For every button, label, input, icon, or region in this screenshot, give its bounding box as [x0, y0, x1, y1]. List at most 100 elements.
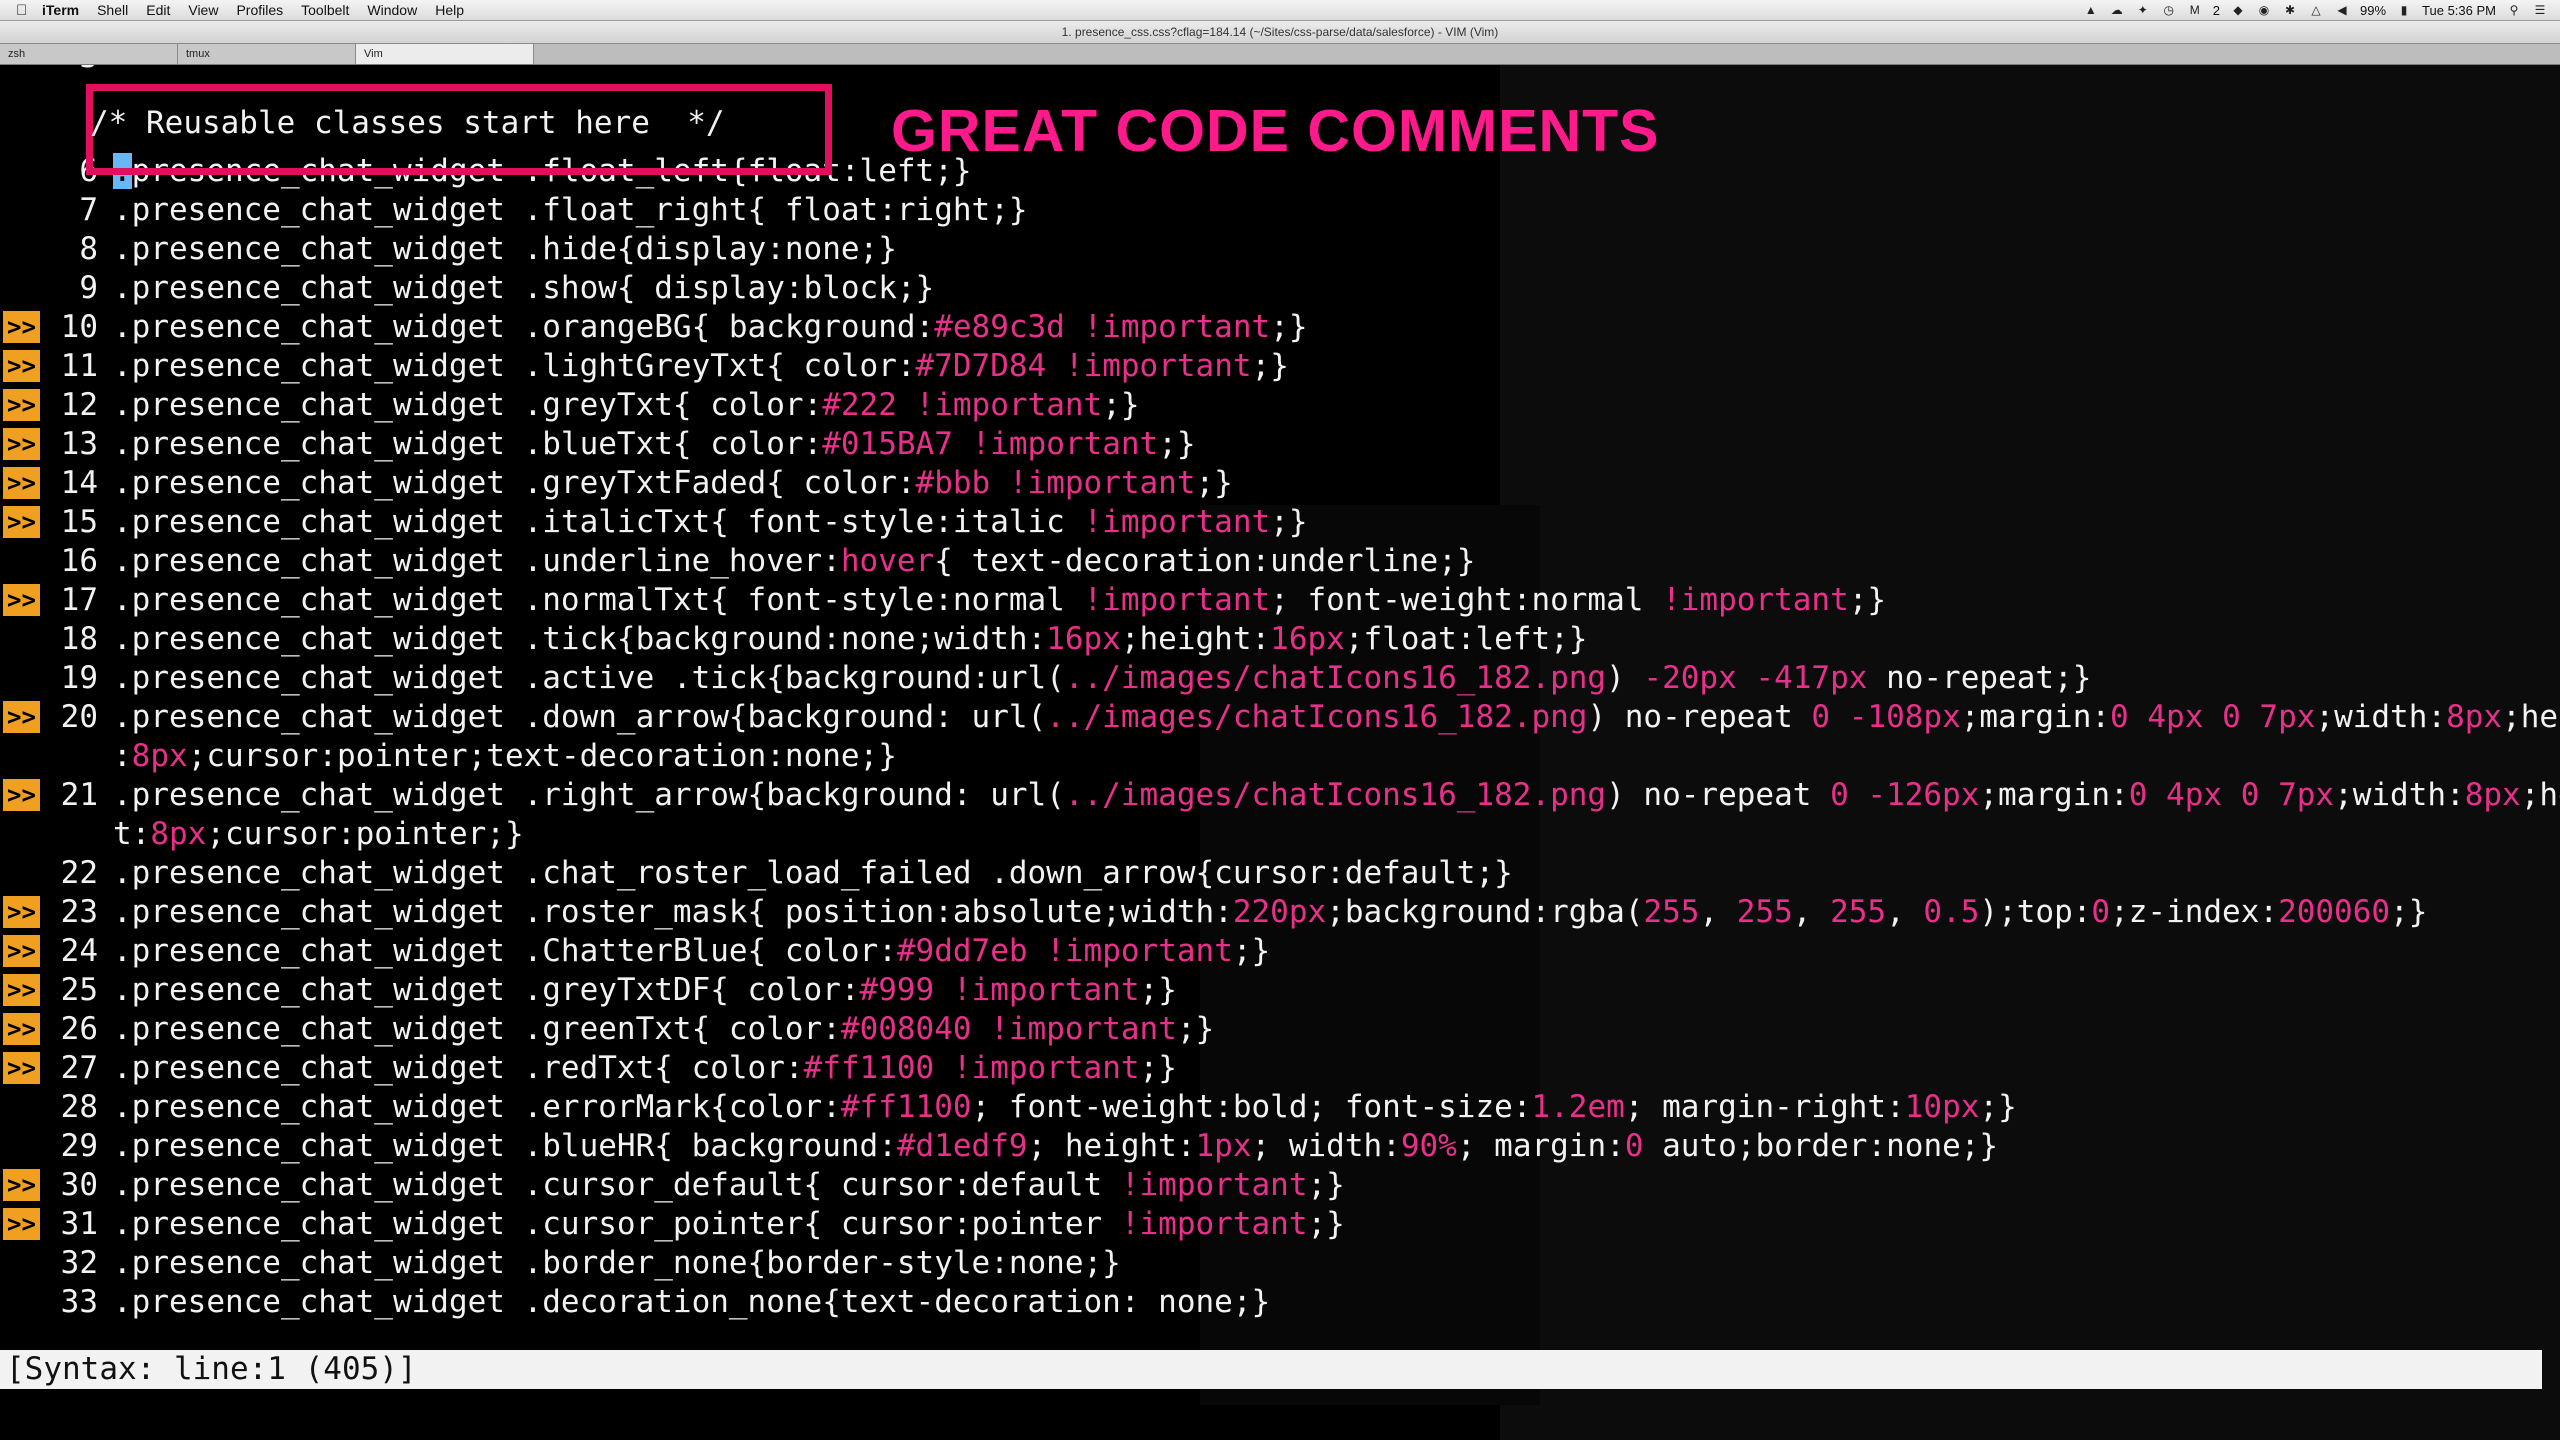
- code-text[interactable]: .presence_chat_widget .show{ display:blo…: [113, 269, 934, 308]
- menu-edit[interactable]: Edit: [146, 2, 170, 18]
- code-line[interactable]: 9 .presence_chat_widget .show{ display:bl…: [0, 269, 2560, 308]
- code-text[interactable]: .presence_chat_widget .italicTxt{ font-s…: [113, 503, 1307, 542]
- tab-vim[interactable]: Vim: [356, 44, 534, 64]
- code-line[interactable]: 16 .presence_chat_widget .underline_hover…: [0, 542, 2560, 581]
- gmail-icon[interactable]: M: [2187, 4, 2203, 16]
- menu-help[interactable]: Help: [435, 2, 464, 18]
- code-line[interactable]: >> 20 .presence_chat_widget .down_arrow{ba…: [0, 698, 2560, 737]
- reusable-classes-comment: /* Reusable classes start here */: [90, 105, 725, 141]
- code-text[interactable]: .presence_chat_widget .greyTxtFaded{ col…: [113, 464, 1233, 503]
- code-text[interactable]: .presence_chat_widget .errorMark{color:#…: [113, 1088, 2017, 1127]
- code-line[interactable]: >> 11 .presence_chat_widget .lightGreyTxt{…: [0, 347, 2560, 386]
- twitter-icon[interactable]: ✦: [2135, 4, 2151, 16]
- code-line[interactable]: >> 14 .presence_chat_widget .greyTxtFaded{…: [0, 464, 2560, 503]
- code-line[interactable]: >> 10 .presence_chat_widget .orangeBG{ bac…: [0, 308, 2560, 347]
- battery-percent[interactable]: 99%: [2360, 3, 2386, 18]
- line-number: 20: [60, 699, 98, 735]
- code-text[interactable]: .presence_chat_widget .ChatterBlue{ colo…: [113, 932, 1270, 971]
- menu-profiles[interactable]: Profiles: [236, 2, 283, 18]
- menu-toolbelt[interactable]: Toolbelt: [301, 2, 349, 18]
- cloud-icon[interactable]: ☁: [2109, 4, 2125, 16]
- code-line[interactable]: 33 .presence_chat_widget .decoration_none…: [0, 1283, 2560, 1322]
- notification-center-icon[interactable]: ☰: [2532, 4, 2548, 16]
- menu-bar:  iTerm Shell Edit View Profiles Toolbel…: [0, 0, 2560, 21]
- code-line[interactable]: >> 17 .presence_chat_widget .normalTxt{ fo…: [0, 581, 2560, 620]
- menu-shell[interactable]: Shell: [97, 2, 128, 18]
- code-line[interactable]: 18 .presence_chat_widget .tick{background…: [0, 620, 2560, 659]
- code-text[interactable]: .presence_chat_widget .blueHR{ backgroun…: [113, 1127, 1998, 1166]
- code-text[interactable]: .presence_chat_widget .down_arrow{backgr…: [113, 698, 2560, 737]
- code-line[interactable]: >> 27 .presence_chat_widget .redTxt{ color…: [0, 1049, 2560, 1088]
- code-line[interactable]: >> 15 .presence_chat_widget .italicTxt{ fo…: [0, 503, 2560, 542]
- code-line[interactable]: >> 26 .presence_chat_widget .greenTxt{ col…: [0, 1010, 2560, 1049]
- code-line[interactable]: 3: [0, 65, 2560, 77]
- clock[interactable]: Tue 5:36 PM: [2422, 3, 2496, 18]
- line-number: 25: [60, 972, 98, 1008]
- code-text[interactable]: .presence_chat_widget .float_right{ floa…: [113, 191, 1028, 230]
- code-line[interactable]: 32 .presence_chat_widget .border_none{bor…: [0, 1244, 2560, 1283]
- dropbox-icon[interactable]: ▲: [2083, 4, 2099, 16]
- code-line[interactable]: >> 21 .presence_chat_widget .right_arrow{b…: [0, 776, 2560, 815]
- code-line[interactable]: >> 30 .presence_chat_widget .cursor_defaul…: [0, 1166, 2560, 1205]
- line-number: 15: [60, 504, 98, 540]
- apple-menu-icon[interactable]: : [16, 2, 30, 19]
- code-text[interactable]: .presence_chat_widget .active .tick{back…: [113, 659, 2091, 698]
- code-line[interactable]: >> 13 .presence_chat_widget .blueTxt{ colo…: [0, 425, 2560, 464]
- tab-tmux[interactable]: tmux: [178, 44, 356, 64]
- code-text[interactable]: t:8px;cursor:pointer;}: [113, 815, 524, 854]
- code-text[interactable]: .presence_chat_widget .cursor_pointer{ c…: [113, 1205, 1345, 1244]
- code-text[interactable]: .presence_chat_widget .greyTxt{ color:#2…: [113, 386, 1140, 425]
- code-text[interactable]: .presence_chat_widget .orangeBG{ backgro…: [113, 308, 1308, 347]
- line-number: 32: [60, 1245, 98, 1281]
- code-line[interactable]: 19 .presence_chat_widget .active .tick{ba…: [0, 659, 2560, 698]
- line-number: 3: [56, 65, 98, 77]
- volume-icon[interactable]: ◀: [2334, 4, 2350, 16]
- code-line[interactable]: >> 24 .presence_chat_widget .ChatterBlue{ …: [0, 932, 2560, 971]
- code-line[interactable]: t:8px;cursor:pointer;}: [0, 815, 2560, 854]
- lock-icon[interactable]: ◆: [2230, 4, 2246, 16]
- camera-icon[interactable]: ◉: [2256, 4, 2272, 16]
- bluetooth-icon[interactable]: ✱: [2282, 4, 2298, 16]
- code-text[interactable]: .presence_chat_widget .right_arrow{backg…: [113, 776, 2560, 815]
- code-text[interactable]: .presence_chat_widget .normalTxt{ font-s…: [113, 581, 1886, 620]
- window-title-bar[interactable]: 1. presence_css.css?cflag=184.14 (~/Site…: [0, 21, 2560, 44]
- spotlight-search-icon[interactable]: ⚲: [2506, 4, 2522, 16]
- code-text[interactable]: .presence_chat_widget .decoration_none{t…: [113, 1283, 1270, 1322]
- code-text[interactable]: .presence_chat_widget .cursor_default{ c…: [113, 1166, 1345, 1205]
- code-text[interactable]: .presence_chat_widget .tick{background:n…: [113, 620, 1587, 659]
- terminal-view[interactable]: 36.presence_chat_widget .float_left{floa…: [0, 65, 2560, 1440]
- wifi-icon[interactable]: △: [2308, 4, 2324, 16]
- code-line[interactable]: >> 12 .presence_chat_widget .greyTxt{ colo…: [0, 386, 2560, 425]
- code-line[interactable]: 28 .presence_chat_widget .errorMark{color…: [0, 1088, 2560, 1127]
- code-line[interactable]: 8 .presence_chat_widget .hide{display:non…: [0, 230, 2560, 269]
- code-text[interactable]: :8px;cursor:pointer;text-decoration:none…: [113, 737, 897, 776]
- timer-icon[interactable]: ◷: [2161, 4, 2177, 16]
- menu-view[interactable]: View: [188, 2, 218, 18]
- tab-zsh[interactable]: zsh: [0, 44, 178, 64]
- tab-bar: zsh tmux Vim: [0, 44, 2560, 65]
- line-number: 7: [79, 192, 98, 228]
- code-line[interactable]: :8px;cursor:pointer;text-decoration:none…: [0, 737, 2560, 776]
- line-number: 17: [60, 582, 98, 618]
- code-text[interactable]: .presence_chat_widget .underline_hover:h…: [113, 542, 1475, 581]
- code-line[interactable]: >> 25 .presence_chat_widget .greyTxtDF{ co…: [0, 971, 2560, 1010]
- code-text[interactable]: .presence_chat_widget .border_none{borde…: [113, 1244, 1121, 1283]
- menu-window[interactable]: Window: [367, 2, 417, 18]
- status-area: ▲ ☁ ✦ ◷ M 2 ◆ ◉ ✱ △ ◀ 99% ▮ Tue 5:36 PM …: [2083, 0, 2560, 20]
- code-text[interactable]: .presence_chat_widget .redTxt{ color:#ff…: [113, 1049, 1177, 1088]
- code-line[interactable]: 29 .presence_chat_widget .blueHR{ backgro…: [0, 1127, 2560, 1166]
- code-text[interactable]: .presence_chat_widget .roster_mask{ posi…: [113, 893, 2427, 932]
- code-text[interactable]: .presence_chat_widget .blueTxt{ color:#0…: [113, 425, 1196, 464]
- code-text[interactable]: .presence_chat_widget .hide{display:none…: [113, 230, 897, 269]
- code-text[interactable]: .presence_chat_widget .greenTxt{ color:#…: [113, 1010, 1214, 1049]
- code-text[interactable]: .presence_chat_widget .greyTxtDF{ color:…: [113, 971, 1177, 1010]
- code-text[interactable]: .presence_chat_widget .lightGreyTxt{ col…: [113, 347, 1289, 386]
- code-line[interactable]: >> 31 .presence_chat_widget .cursor_pointe…: [0, 1205, 2560, 1244]
- code-line[interactable]: 22 .presence_chat_widget .chat_roster_loa…: [0, 854, 2560, 893]
- gutter-marker-icon: >>: [3, 1208, 40, 1240]
- code-text[interactable]: .presence_chat_widget .chat_roster_load_…: [113, 854, 1513, 893]
- code-line[interactable]: 7 .presence_chat_widget .float_right{ flo…: [0, 191, 2560, 230]
- gutter-marker-icon: >>: [3, 428, 40, 460]
- code-line[interactable]: >> 23 .presence_chat_widget .roster_mask{ …: [0, 893, 2560, 932]
- app-menu[interactable]: iTerm: [42, 2, 79, 18]
